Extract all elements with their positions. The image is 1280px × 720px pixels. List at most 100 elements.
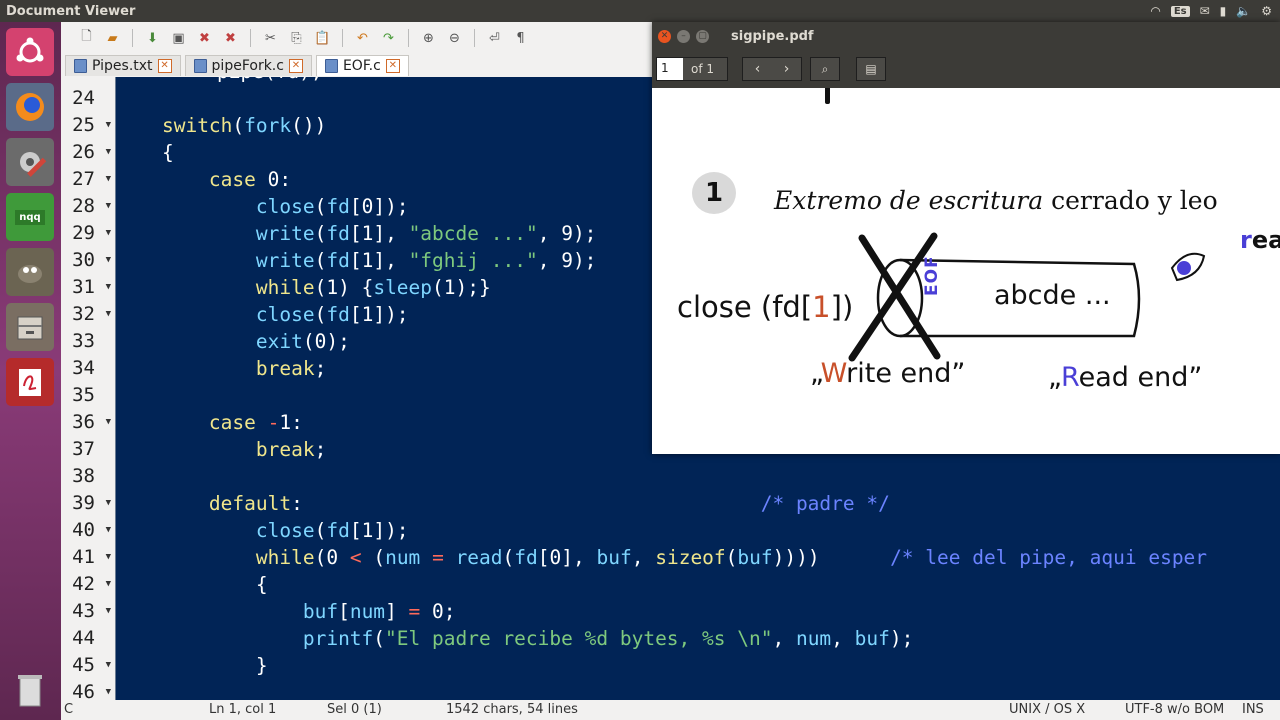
line-number: 27 ▼ xyxy=(61,166,115,193)
open-file-icon[interactable]: ▰ xyxy=(101,27,124,50)
trash-icon[interactable] xyxy=(6,666,54,714)
code-token: ( xyxy=(314,222,327,245)
code-token: ( xyxy=(232,114,245,137)
code-token: num xyxy=(795,627,832,650)
code-token: "fghij ..." xyxy=(408,249,538,272)
fold-arrow-icon[interactable]: ▼ xyxy=(106,220,111,247)
eol-format[interactable]: UNIX / OS X xyxy=(1009,702,1085,717)
page-number-input[interactable]: 1 xyxy=(657,58,683,80)
code-token: [ xyxy=(349,195,362,218)
pdf-page[interactable]: 1 Extremo de escritura cerrado y leo clo… xyxy=(652,88,1280,454)
code-line: write(fd[1], "fghij ...", 9); xyxy=(115,247,597,274)
settings-icon[interactable] xyxy=(6,138,54,186)
code-line: default: /* padre */ xyxy=(115,490,890,517)
zoom-out-icon[interactable]: ⊖ xyxy=(443,27,466,50)
volume-icon[interactable]: 🔈 xyxy=(1236,4,1251,18)
fold-arrow-icon[interactable]: ▼ xyxy=(106,544,111,571)
annotations-button[interactable]: ▤ xyxy=(856,57,886,81)
gimp-icon[interactable] xyxy=(6,248,54,296)
battery-icon[interactable]: ▮ xyxy=(1220,4,1227,18)
ubuntu-dash-icon[interactable] xyxy=(6,28,54,76)
word-wrap-icon[interactable]: ⏎ xyxy=(483,27,506,50)
code-line: printf("El padre recibe %d bytes, %s \n"… xyxy=(115,625,914,652)
fold-arrow-icon[interactable]: ▼ xyxy=(106,598,111,625)
close-icon[interactable]: ✕ xyxy=(288,59,303,73)
code-token: ( xyxy=(502,546,515,569)
code-token: buf xyxy=(737,546,773,569)
pipe-drawing xyxy=(848,232,1206,362)
pdf-titlebar: ✕ – ▢ sigpipe.pdf xyxy=(652,22,1280,50)
mail-icon[interactable]: ✉ xyxy=(1200,4,1210,18)
language-indicator[interactable]: C xyxy=(64,702,73,717)
wifi-icon[interactable]: ◠ xyxy=(1150,4,1160,18)
save-all-icon[interactable]: ▣ xyxy=(167,27,190,50)
code-token: fd xyxy=(326,519,350,542)
write-end-rest: rite end” xyxy=(846,358,966,389)
nqq-icon[interactable]: nqq xyxy=(6,193,54,241)
close-window-icon[interactable]: ✕ xyxy=(658,29,671,43)
gear-icon[interactable]: ⚙ xyxy=(1261,4,1272,18)
close-all-icon[interactable]: ✖ xyxy=(219,27,242,50)
write-end-w: W xyxy=(820,358,847,389)
page-count: of 1 xyxy=(691,62,715,76)
next-page-icon[interactable]: › xyxy=(773,56,801,82)
minimize-window-icon[interactable]: – xyxy=(677,29,690,43)
code-token: ( xyxy=(314,276,327,299)
code-token: ]); xyxy=(373,303,409,326)
fold-arrow-icon[interactable]: ▼ xyxy=(106,139,111,166)
fold-arrow-icon[interactable]: ▼ xyxy=(106,490,111,517)
new-file-icon[interactable]: 🗋 xyxy=(75,27,98,50)
cut-icon[interactable]: ✂ xyxy=(259,27,282,50)
files-icon[interactable] xyxy=(6,303,54,351)
code-token: - xyxy=(267,411,280,434)
tab-pipes-txt[interactable]: Pipes.txt ✕ xyxy=(65,55,181,76)
search-button[interactable]: ⌕ xyxy=(810,57,840,81)
fold-arrow-icon[interactable]: ▼ xyxy=(106,193,111,220)
keyboard-layout-indicator[interactable]: Es xyxy=(1170,5,1190,17)
fold-arrow-icon[interactable]: ▼ xyxy=(106,112,111,139)
paste-icon[interactable]: 📋 xyxy=(311,27,334,50)
fold-arrow-icon[interactable]: ▼ xyxy=(106,571,111,598)
document-size: 1542 chars, 54 lines xyxy=(446,702,578,717)
undo-icon[interactable]: ↶ xyxy=(351,27,374,50)
code-token: ); xyxy=(572,222,597,245)
code-line: write(fd[1], "abcde ...", 9); xyxy=(115,220,597,247)
line-number-text: 45 xyxy=(72,654,95,676)
fold-arrow-icon[interactable]: ▼ xyxy=(106,517,111,544)
copy-icon[interactable]: ⎘ xyxy=(285,27,308,50)
code-token: ( xyxy=(314,519,327,542)
fold-arrow-icon[interactable]: ▼ xyxy=(106,274,111,301)
fold-arrow-icon[interactable]: ▼ xyxy=(106,301,111,328)
fold-arrow-icon[interactable]: ▼ xyxy=(106,409,111,436)
line-number-text: 34 xyxy=(72,357,95,379)
close-icon[interactable]: ✕ xyxy=(385,59,400,73)
insert-mode[interactable]: INS xyxy=(1242,702,1264,717)
close-file-icon[interactable]: ✖ xyxy=(193,27,216,50)
previous-page-icon[interactable]: ‹ xyxy=(744,56,772,82)
fold-arrow-icon[interactable]: ▼ xyxy=(106,652,111,679)
maximize-window-icon[interactable]: ▢ xyxy=(696,29,709,43)
firefox-icon[interactable] xyxy=(6,83,54,131)
code-line-partial: pipe(fd); xyxy=(170,77,323,85)
zoom-in-icon[interactable]: ⊕ xyxy=(417,27,440,50)
code-token: , xyxy=(772,627,796,650)
pdf-toolbar: 1 of 1 ‹ › ⌕ ▤ xyxy=(652,50,1280,88)
redo-icon[interactable]: ↷ xyxy=(377,27,400,50)
fold-arrow-icon[interactable]: ▼ xyxy=(106,247,111,274)
code-token: : xyxy=(291,411,303,434)
fold-arrow-icon[interactable]: ▼ xyxy=(106,166,111,193)
tab-eof-c[interactable]: EOF.c ✕ xyxy=(315,55,409,76)
tab-pipefork-c[interactable]: pipeFork.c ✕ xyxy=(184,55,312,76)
save-icon[interactable]: ⬇ xyxy=(141,27,164,50)
code-token: );} xyxy=(455,276,491,299)
encoding[interactable]: UTF-8 w/o BOM xyxy=(1125,702,1224,717)
close-icon[interactable]: ✕ xyxy=(157,59,172,73)
show-symbols-icon[interactable]: ¶ xyxy=(509,27,532,50)
code-token: ( xyxy=(302,330,315,353)
toolbar-separator xyxy=(474,29,475,47)
code-token: 1 xyxy=(361,222,374,245)
document-viewer-icon[interactable] xyxy=(6,358,54,406)
